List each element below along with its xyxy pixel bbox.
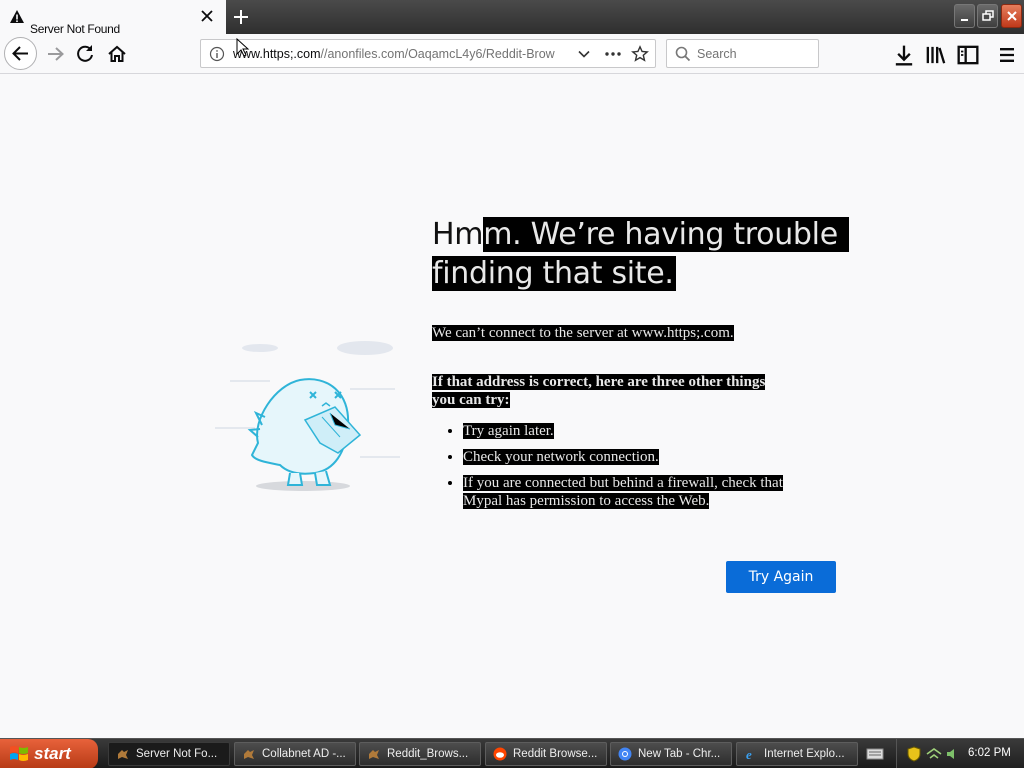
close-window-icon — [1007, 11, 1017, 21]
search-bar[interactable]: Search — [666, 39, 819, 68]
tip-text: Try again later. — [463, 423, 554, 439]
library-icon[interactable] — [922, 41, 950, 69]
tab-server-not-found[interactable]: Server Not Found — [0, 0, 226, 36]
error-description-text: We can’t connect to the server at www.ht… — [432, 325, 734, 341]
error-content: Hmm. We’re having trouble finding that s… — [432, 215, 852, 518]
taskbar-item-collabnet[interactable]: Collabnet AD -... — [234, 742, 356, 766]
start-button[interactable]: start — [0, 739, 98, 768]
taskbar-item-internet-explorer[interactable]: e Internet Explo... — [736, 742, 858, 766]
reddit-icon — [493, 747, 507, 761]
taskbar-item-new-tab-chrome[interactable]: New Tab - Chr... — [610, 742, 732, 766]
network-icon[interactable] — [926, 747, 942, 761]
restore-button[interactable] — [977, 4, 998, 28]
try-heading-line1: If that address is correct, here are thr… — [432, 374, 766, 390]
url-text[interactable]: www.https;.com//anonfiles.com/OaqamcL4y6… — [233, 47, 569, 61]
download-icon[interactable] — [890, 41, 918, 69]
taskbar-item-reddit-browse[interactable]: Reddit Browse... — [485, 742, 607, 766]
tip-text: If you are connected but behind a firewa… — [463, 475, 783, 491]
try-again-button[interactable]: Try Again — [726, 561, 836, 593]
try-heading-line2: you can try: — [432, 392, 510, 408]
search-icon — [675, 46, 691, 62]
list-item: If you are connected but behind a firewa… — [463, 474, 852, 510]
taskbar-item-label: Server Not Fo... — [136, 748, 218, 760]
sidebar-icon[interactable] — [954, 41, 982, 69]
info-icon[interactable] — [209, 46, 225, 62]
ie-icon: e — [746, 747, 752, 761]
back-button[interactable] — [4, 37, 37, 70]
system-tray: 6:02 PM — [896, 739, 1024, 768]
taskbar: start Server Not Fo... Collabnet AD -...… — [0, 738, 1024, 768]
security-shield-icon[interactable] — [907, 746, 921, 762]
tip-text: Check your network connection. — [463, 449, 659, 465]
error-title-line2: finding that site. — [432, 256, 676, 291]
tab-strip: Server Not Found — [0, 0, 1024, 36]
taskbar-item-label: Reddit_Brows... — [387, 748, 469, 760]
error-title-line1-selected: m. We’re having trouble — [483, 217, 850, 252]
mypal-icon — [244, 750, 254, 759]
clock: 6:02 PM — [968, 747, 1011, 759]
taskbar-item-reddit-brows[interactable]: Reddit_Brows... — [359, 742, 481, 766]
forward-arrow-icon[interactable] — [42, 40, 70, 68]
list-item: Try again later. — [463, 422, 852, 440]
url-path: //anonfiles.com/OaqamcL4y6/Reddit-Brow — [320, 47, 555, 61]
keyboard-icon[interactable] — [866, 747, 884, 761]
taskbar-item-label: Collabnet AD -... — [262, 748, 346, 760]
taskbar-item-label: New Tab - Chr... — [638, 748, 721, 760]
chrome-icon — [618, 747, 632, 761]
mypal-icon — [369, 750, 379, 759]
try-heading: If that address is correct, here are thr… — [432, 373, 852, 409]
page-actions-icon[interactable] — [604, 47, 622, 61]
mypal-icon — [118, 750, 128, 759]
back-arrow-icon — [12, 46, 28, 61]
lost-dino-illustration-icon — [215, 341, 400, 491]
menu-icon[interactable] — [993, 41, 1021, 69]
svg-text:e: e — [746, 747, 752, 761]
minimize-icon — [961, 19, 968, 21]
volume-icon[interactable] — [945, 747, 959, 761]
new-tab-icon[interactable] — [231, 7, 251, 27]
url-bar[interactable]: www.https;.com//anonfiles.com/OaqamcL4y6… — [200, 39, 656, 68]
close-window-button[interactable] — [1001, 4, 1022, 28]
error-description: We can’t connect to the server at www.ht… — [432, 324, 852, 342]
list-item: Check your network connection. — [463, 448, 852, 466]
start-label: start — [34, 744, 71, 763]
restore-icon — [982, 10, 994, 21]
warning-icon — [10, 10, 24, 23]
suggestion-list: Try again later. Check your network conn… — [432, 422, 852, 510]
reload-icon[interactable] — [71, 40, 99, 68]
error-title-line1: Hmm. We’re having trouble — [432, 217, 850, 252]
home-icon[interactable] — [103, 40, 131, 68]
windows-flag-icon — [10, 746, 28, 761]
taskbar-item-label: Reddit Browse... — [513, 748, 598, 760]
chevron-down-icon[interactable] — [577, 47, 591, 61]
search-placeholder: Search — [697, 47, 737, 61]
tip-text: Mypal has permission to access the Web. — [463, 493, 710, 509]
taskbar-item-label: Internet Explo... — [764, 748, 845, 760]
minimize-button[interactable] — [954, 4, 975, 28]
navigation-toolbar: www.https;.com//anonfiles.com/OaqamcL4y6… — [0, 34, 1024, 74]
error-title-line1-unselected: Hm — [432, 217, 484, 252]
close-tab-icon[interactable] — [199, 8, 215, 24]
taskbar-item-server-not-found[interactable]: Server Not Fo... — [108, 742, 230, 766]
error-title: Hmm. We’re having trouble finding that s… — [432, 215, 852, 293]
mouse-cursor-icon — [236, 38, 250, 57]
bookmark-star-icon[interactable] — [631, 45, 649, 63]
